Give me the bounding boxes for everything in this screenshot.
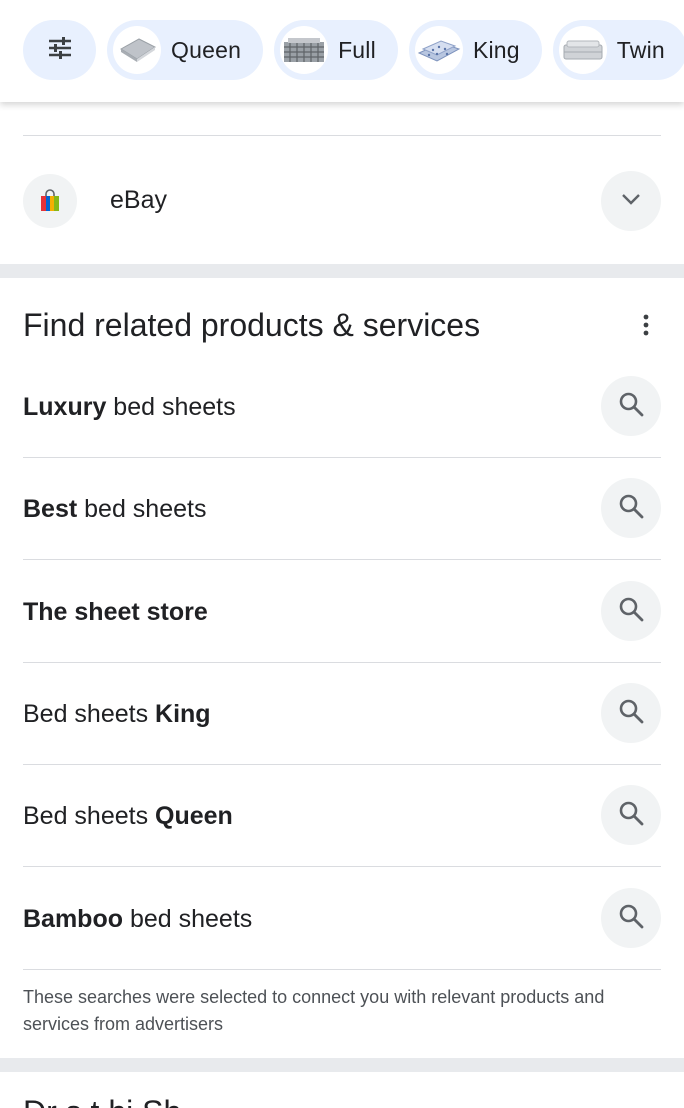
section-title: Find related products & services bbox=[23, 307, 481, 343]
chip-label: King bbox=[472, 36, 520, 63]
grey-sheet-thumbnail bbox=[558, 26, 607, 74]
search-icon bbox=[618, 493, 644, 524]
chip-label: Full bbox=[338, 36, 376, 63]
divider bbox=[23, 764, 661, 765]
search-icon bbox=[618, 596, 644, 627]
size-chip-full[interactable]: Full bbox=[274, 20, 398, 80]
related-search-label[interactable]: Bamboo bed sheets bbox=[23, 888, 252, 950]
tune-icon bbox=[47, 36, 73, 65]
divider bbox=[23, 559, 661, 560]
merchant-name: eBay bbox=[110, 186, 167, 214]
related-search-item[interactable]: Best bed sheets bbox=[23, 478, 661, 580]
flat-sheet-thumbnail bbox=[113, 26, 161, 74]
related-search-label[interactable]: Bed sheets Queen bbox=[23, 785, 233, 847]
bold-term: The sheet store bbox=[23, 598, 208, 626]
related-search-label[interactable]: Luxury bed sheets bbox=[23, 376, 236, 438]
bold-term: Luxury bbox=[23, 393, 107, 421]
bold-term: Bamboo bbox=[23, 905, 123, 933]
next-section-title: Dr s t hi Sh bbox=[23, 1094, 181, 1108]
plain-term: Bed sheets bbox=[23, 802, 156, 830]
section-separator bbox=[0, 264, 684, 278]
size-chip-king[interactable]: King bbox=[408, 20, 542, 80]
search-icon bbox=[618, 698, 644, 729]
search-button[interactable] bbox=[601, 478, 661, 538]
divider bbox=[23, 662, 661, 663]
more-options-button[interactable] bbox=[631, 312, 661, 342]
merchant-row[interactable]: eBay bbox=[23, 170, 661, 232]
section-separator bbox=[0, 1058, 684, 1072]
chip-row: Queen Full King Twin bbox=[23, 20, 684, 80]
divider bbox=[23, 135, 661, 136]
search-button[interactable] bbox=[601, 376, 661, 436]
plain-term: bed sheets bbox=[77, 495, 207, 523]
divider bbox=[23, 969, 661, 970]
more-vert-icon bbox=[643, 314, 649, 341]
size-chip-queen[interactable]: Queen bbox=[107, 20, 264, 80]
search-button[interactable] bbox=[601, 785, 661, 845]
chip-label: Twin bbox=[616, 36, 665, 63]
search-icon bbox=[618, 800, 644, 831]
search-button[interactable] bbox=[601, 888, 661, 948]
advertiser-disclaimer: These searches were selected to connect … bbox=[23, 987, 605, 1034]
related-search-label[interactable]: The sheet store bbox=[23, 581, 208, 643]
plaid-sheet-thumbnail bbox=[280, 26, 329, 74]
related-search-item[interactable]: Luxury bed sheets bbox=[23, 376, 661, 478]
related-search-label[interactable]: Best bed sheets bbox=[23, 478, 206, 540]
related-search-item[interactable]: The sheet store bbox=[23, 581, 661, 683]
plain-term: bed sheets bbox=[123, 905, 253, 933]
ebay-shopping-bag-logo bbox=[23, 174, 77, 228]
chevron-down-icon bbox=[620, 192, 642, 211]
plain-term: bed sheets bbox=[106, 393, 236, 421]
related-search-item[interactable]: Bed sheets King bbox=[23, 683, 661, 785]
related-search-item[interactable]: Bed sheets Queen bbox=[23, 785, 661, 887]
search-icon bbox=[618, 391, 644, 422]
search-button[interactable] bbox=[601, 683, 661, 743]
bold-term: King bbox=[155, 700, 211, 728]
search-icon bbox=[618, 903, 644, 934]
plain-term: Bed sheets bbox=[23, 700, 156, 728]
chip-label: Queen bbox=[171, 36, 242, 63]
related-search-item[interactable]: Bamboo bed sheets bbox=[23, 888, 661, 990]
filter-bar: Queen Full King Twin bbox=[0, 0, 684, 102]
expand-merchant-button[interactable] bbox=[601, 171, 661, 231]
size-chip-twin[interactable]: Twin bbox=[552, 20, 684, 80]
divider bbox=[23, 866, 661, 867]
divider bbox=[23, 457, 661, 458]
bold-term: Queen bbox=[155, 802, 233, 830]
filter-settings-chip[interactable] bbox=[23, 20, 96, 80]
search-button[interactable] bbox=[601, 581, 661, 641]
bold-term: Best bbox=[23, 495, 78, 523]
blue-print-sheet-thumbnail bbox=[414, 26, 463, 74]
related-search-label[interactable]: Bed sheets King bbox=[23, 683, 211, 745]
